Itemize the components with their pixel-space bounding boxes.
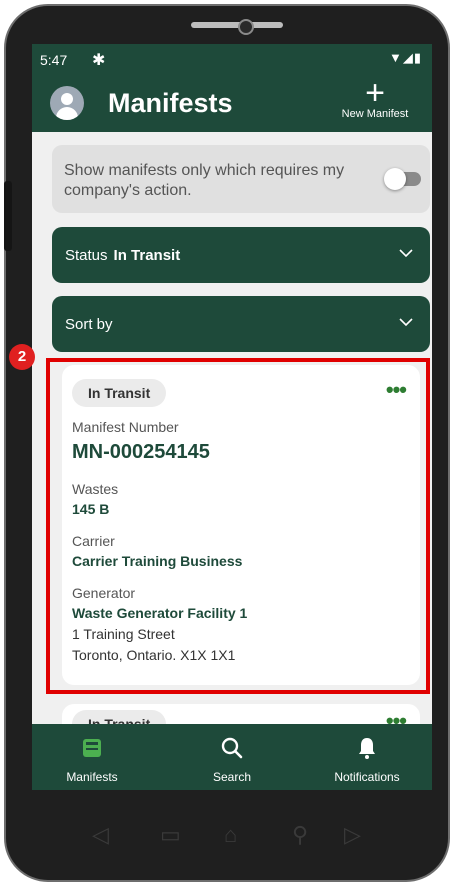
action-filter-toggle[interactable] bbox=[384, 168, 421, 190]
back-icon[interactable]: ◁ bbox=[92, 822, 109, 848]
status-dropdown-label: Status bbox=[65, 247, 108, 264]
side-button bbox=[4, 181, 12, 251]
bottom-nav: Manifests Search Notifications bbox=[32, 724, 432, 790]
nav-notifications[interactable]: Notifications bbox=[307, 724, 427, 790]
nav-search-label: Search bbox=[212, 770, 252, 784]
signal-battery-icon: ▼◢▮ bbox=[388, 50, 422, 65]
status-dropdown-value: In Transit bbox=[113, 247, 181, 264]
nav-search[interactable]: Search bbox=[172, 724, 292, 790]
annotation-highlight bbox=[46, 358, 430, 694]
chevron-down-icon bbox=[399, 318, 413, 327]
action-filter-label: Show manifests only which requires my co… bbox=[64, 162, 345, 199]
sort-dropdown-label: Sort by bbox=[65, 316, 113, 333]
speaker bbox=[191, 22, 283, 28]
gear-icon: ✱ bbox=[92, 52, 106, 69]
status-dropdown[interactable]: Status In Transit bbox=[52, 227, 430, 283]
action-filter: Show manifests only which requires my co… bbox=[52, 145, 430, 213]
front-camera bbox=[238, 19, 254, 35]
status-time: 5:47 bbox=[40, 52, 68, 68]
page-title: Manifests bbox=[108, 88, 233, 118]
nav-manifests-label: Manifests bbox=[66, 770, 118, 784]
sort-dropdown[interactable]: Sort by bbox=[52, 296, 430, 352]
inbox-icon bbox=[83, 739, 101, 757]
nav-manifests[interactable]: Manifests bbox=[32, 724, 152, 790]
home-icon[interactable]: ⌂ bbox=[224, 822, 237, 848]
app-header: 5:47 ✱ ▼◢▮ Manifests + New Manifest bbox=[32, 44, 432, 132]
annotation-badge: 2 bbox=[9, 344, 35, 370]
recents-icon[interactable]: ▭ bbox=[160, 822, 181, 848]
chevron-down-icon bbox=[399, 249, 413, 258]
search-icon bbox=[221, 737, 243, 759]
nav-notifications-label: Notifications bbox=[334, 770, 400, 784]
plus-icon: + bbox=[365, 74, 385, 112]
forward-icon[interactable]: ▷ bbox=[344, 822, 361, 848]
search-icon[interactable]: ⚲ bbox=[292, 822, 308, 848]
avatar[interactable] bbox=[50, 86, 84, 120]
new-manifest-button[interactable]: + New Manifest bbox=[330, 74, 420, 120]
bell-icon bbox=[359, 738, 375, 759]
new-manifest-label: New Manifest bbox=[341, 108, 409, 120]
